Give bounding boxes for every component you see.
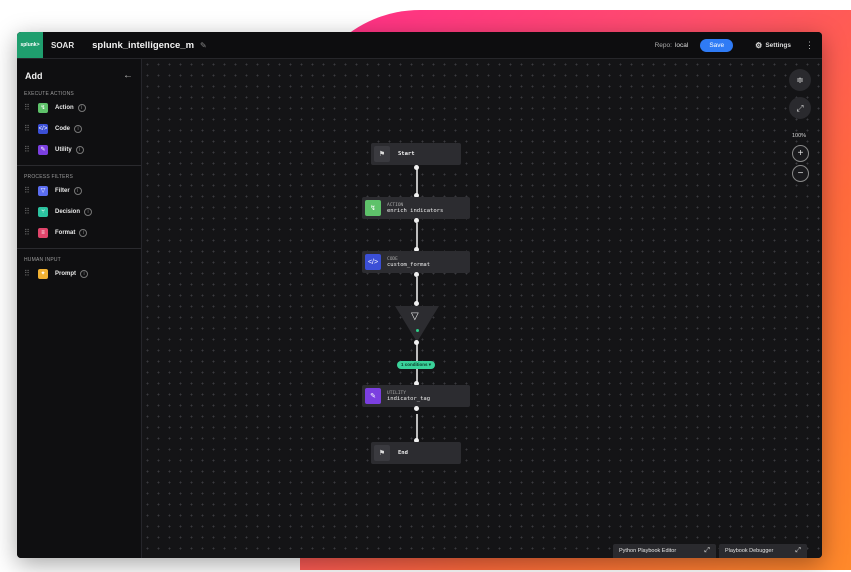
node-name: indicator_tag xyxy=(387,395,431,402)
expand-icon[interactable]: ⤢ xyxy=(704,547,710,555)
sidebar-item-utility[interactable]: ⠿ ✎ Utility i xyxy=(17,139,141,160)
sidebar-item-label: Filter xyxy=(55,187,70,194)
connection-port[interactable] xyxy=(414,272,419,277)
drag-handle-icon[interactable]: ⠿ xyxy=(24,186,36,195)
sidebar-item-action[interactable]: ⠿ ↯ Action i xyxy=(17,97,141,118)
connection-port[interactable] xyxy=(414,406,419,411)
playbook-debugger-tab[interactable]: Playbook Debugger ⤢ xyxy=(719,544,807,558)
node-label: End xyxy=(398,450,408,456)
section-heading-execute-actions: EXECUTE ACTIONS xyxy=(24,91,74,97)
node-label: Start xyxy=(398,151,415,157)
edit-pencil-icon[interactable]: ✎ xyxy=(200,41,207,50)
playbook-name[interactable]: splunk_intelligence_m xyxy=(92,40,194,51)
sidebar-item-label: Code xyxy=(55,125,70,132)
drag-handle-icon[interactable]: ⠿ xyxy=(24,103,36,112)
info-icon[interactable]: i xyxy=(74,124,82,133)
splunk-logo[interactable]: splunk> xyxy=(17,32,43,58)
add-panel: Add ← EXECUTE ACTIONS ⠿ ↯ Action i ⠿ </>… xyxy=(17,59,142,558)
tab-label: Playbook Debugger xyxy=(725,548,774,554)
repo-indicator: Repo: local xyxy=(655,42,689,49)
fit-view-icon[interactable]: ⤢ xyxy=(789,97,811,119)
more-menu-icon[interactable]: ⋮ xyxy=(805,40,814,51)
settings-button[interactable]: ⚙ Settings xyxy=(755,41,791,50)
connection-port[interactable] xyxy=(414,340,419,345)
sidebar-item-label: Prompt xyxy=(55,270,76,277)
playbook-canvas[interactable]: ⚑ Start ↯ ACTION enrich indicators </> C… xyxy=(142,59,822,558)
expand-icon[interactable]: ⤢ xyxy=(795,547,801,555)
utility-icon: ✎ xyxy=(365,388,381,404)
flag-icon: ⚑ xyxy=(374,445,390,461)
node-start[interactable]: ⚑ Start xyxy=(371,143,461,165)
app-name: SOAR xyxy=(51,40,75,50)
sidebar-item-prompt[interactable]: ⠿ ✦ Prompt i xyxy=(17,263,141,284)
sidebar-item-filter[interactable]: ⠿ ▽ Filter i xyxy=(17,180,141,201)
info-icon[interactable]: i xyxy=(77,103,86,112)
panel-title: Add xyxy=(25,70,43,81)
decision-icon: ⑂ xyxy=(38,206,48,217)
drag-handle-icon[interactable]: ⠿ xyxy=(24,145,36,154)
flag-icon: ⚑ xyxy=(374,146,390,162)
drag-handle-icon[interactable]: ⠿ xyxy=(24,124,36,133)
top-bar: splunk> SOAR splunk_intelligence_m ✎ Rep… xyxy=(17,32,822,59)
action-icon: ↯ xyxy=(38,102,48,113)
info-icon[interactable]: i xyxy=(73,186,82,195)
divider xyxy=(17,248,141,249)
filter-icon: ▽ xyxy=(38,185,48,196)
sidebar-item-label: Format xyxy=(55,229,76,236)
info-icon[interactable]: i xyxy=(75,145,84,154)
drag-handle-icon[interactable]: ⠿ xyxy=(24,228,36,237)
align-nodes-icon[interactable]: ≑ xyxy=(789,69,811,91)
repo-value: local xyxy=(674,41,689,49)
divider xyxy=(17,165,141,166)
section-heading-process-filters: PROCESS FILTERS xyxy=(24,174,74,180)
zoom-in-icon[interactable]: + xyxy=(792,145,809,162)
sidebar-item-label: Decision xyxy=(55,208,81,215)
code-icon: </> xyxy=(365,254,381,270)
settings-label: Settings xyxy=(765,41,791,49)
filter-icon: ▽ xyxy=(411,311,419,322)
node-name: custom_format xyxy=(387,261,431,268)
app-window: splunk> SOAR splunk_intelligence_m ✎ Rep… xyxy=(17,32,822,558)
action-icon: ↯ xyxy=(365,200,381,216)
node-end[interactable]: ⚑ End xyxy=(371,442,461,464)
drag-handle-icon[interactable]: ⠿ xyxy=(24,269,36,278)
zoom-level: 100% xyxy=(792,133,807,139)
drag-handle-icon[interactable]: ⠿ xyxy=(24,207,36,216)
info-icon[interactable]: i xyxy=(80,269,88,278)
utility-icon: ✎ xyxy=(38,144,48,155)
node-name: enrich indicators xyxy=(387,207,444,214)
connection-port[interactable] xyxy=(414,165,419,170)
python-playbook-editor-tab[interactable]: Python Playbook Editor ⤢ xyxy=(613,544,716,558)
status-dot xyxy=(416,329,419,332)
connection-port[interactable] xyxy=(414,218,419,223)
node-action[interactable]: ↯ ACTION enrich indicators xyxy=(362,197,470,219)
save-button[interactable]: Save xyxy=(700,38,734,52)
info-icon[interactable]: i xyxy=(79,228,88,237)
repo-label: Repo: xyxy=(654,41,672,49)
info-icon[interactable]: i xyxy=(84,207,93,216)
sidebar-item-code[interactable]: ⠿ </> Code i xyxy=(17,118,141,139)
sidebar-item-format[interactable]: ⠿ ≡ Format i xyxy=(17,222,141,243)
zoom-out-icon[interactable]: − xyxy=(792,165,809,182)
conditions-badge[interactable]: 1 ​conditions ▾ xyxy=(397,361,436,369)
section-heading-human-input: HUMAN INPUT xyxy=(24,257,61,263)
gear-icon: ⚙ xyxy=(755,40,763,50)
collapse-arrow-icon[interactable]: ← xyxy=(123,70,133,81)
sidebar-item-label: Action xyxy=(55,104,74,111)
node-utility[interactable]: ✎ UTILITY indicator_tag xyxy=(362,385,470,407)
sidebar-item-label: Utility xyxy=(55,146,72,153)
code-icon: </> xyxy=(38,123,48,134)
node-code[interactable]: </> CODE custom_format xyxy=(362,251,470,273)
format-icon: ≡ xyxy=(38,227,48,238)
prompt-icon: ✦ xyxy=(38,268,48,279)
tab-label: Python Playbook Editor xyxy=(619,548,677,554)
sidebar-item-decision[interactable]: ⠿ ⑂ Decision i xyxy=(17,201,141,222)
